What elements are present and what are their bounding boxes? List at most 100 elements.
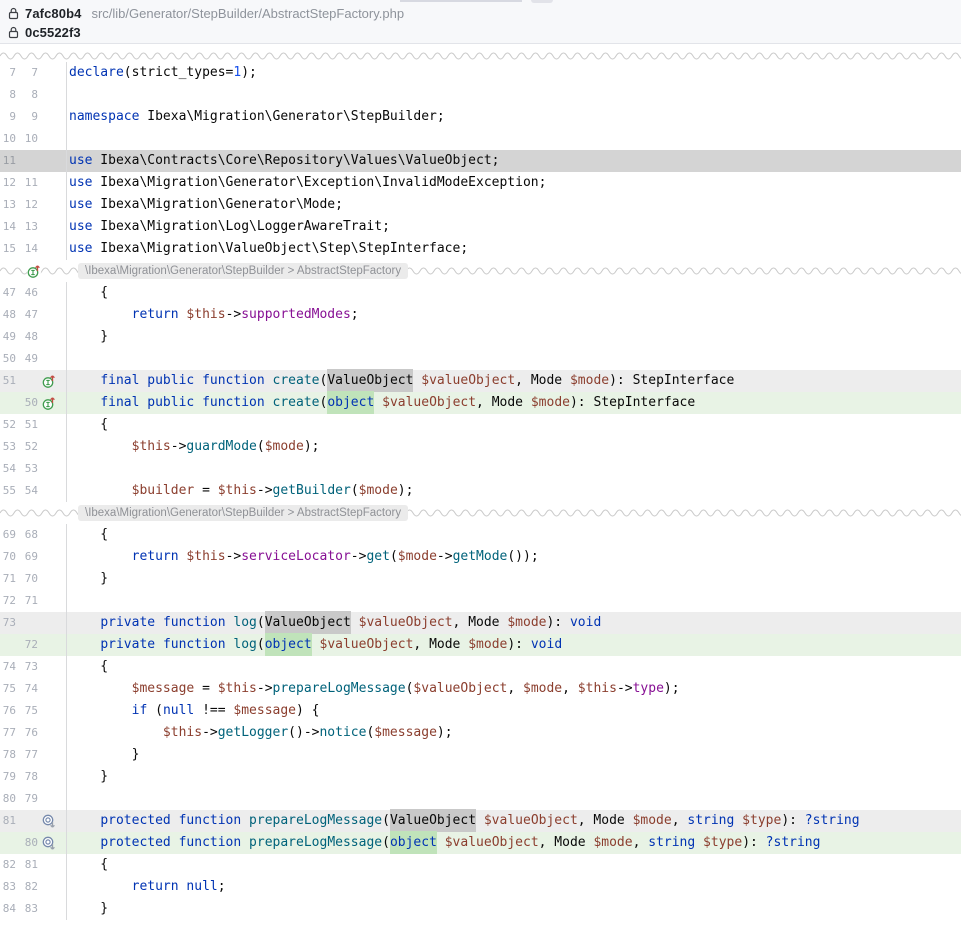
diff-context-line: 8382 return null; — [0, 876, 961, 898]
code-line-content[interactable]: use Ibexa\Contracts\Core\Repository\Valu… — [67, 150, 499, 172]
code-line-content[interactable]: } — [67, 326, 108, 348]
code-line-content[interactable]: } — [67, 898, 108, 920]
code-line-content[interactable]: if (null !== $message) { — [67, 700, 320, 722]
diff-context-line: 5554 $builder = $this->getBuilder($mode)… — [0, 480, 961, 502]
old-line-number: 9 — [0, 106, 16, 128]
new-line-number: 46 — [16, 282, 38, 304]
collapsed-region-separator[interactable]: \Ibexa\Migration\Generator\StepBuilder >… — [0, 260, 961, 282]
old-line-number: 70 — [0, 546, 16, 568]
diff-context-line: 7271 — [0, 590, 961, 612]
gutter: 80 — [0, 832, 67, 854]
old-line-number: 51 — [0, 370, 16, 392]
old-line-number: 78 — [0, 744, 16, 766]
diff-context-line: 5352 $this->guardMode($mode); — [0, 436, 961, 458]
new-line-number: 8 — [16, 84, 38, 106]
gutter: 11 — [0, 150, 67, 172]
old-line-number: 82 — [0, 854, 16, 876]
diff-context-line: 7978 } — [0, 766, 961, 788]
old-line-number: 53 — [0, 436, 16, 458]
gutter: 8483 — [0, 898, 67, 920]
code-line-content[interactable]: protected function prepareLogMessage(obj… — [67, 832, 820, 854]
code-line-content[interactable]: { — [67, 854, 108, 876]
new-line-number: 51 — [16, 414, 38, 436]
new-line-number: 77 — [16, 744, 38, 766]
code-line-content[interactable]: } — [67, 744, 139, 766]
old-line-number: 12 — [0, 172, 16, 194]
old-line-number: 54 — [0, 458, 16, 480]
collapsed-region-separator[interactable]: \Ibexa\Migration\Generator\StepBuilder >… — [0, 502, 961, 524]
diff-context-line: 1312use Ibexa\Migration\Generator\Mode; — [0, 194, 961, 216]
code-line-content[interactable]: final public function create(ValueObject… — [67, 370, 734, 392]
new-line-number: 73 — [16, 656, 38, 678]
code-line-content[interactable]: final public function create(object $val… — [67, 392, 695, 414]
code-line-content[interactable]: return $this->serviceLocator->get($mode-… — [67, 546, 539, 568]
diff-code-viewer: 77declare(strict_types=1);8899namespace … — [0, 44, 961, 920]
code-line-content[interactable] — [67, 788, 69, 810]
diff-header: 7afc80b4 src/lib/Generator/StepBuilder/A… — [0, 0, 961, 44]
collapsed-region-wave[interactable] — [0, 44, 961, 62]
code-line-content[interactable]: declare(strict_types=1); — [67, 62, 257, 84]
code-line-content[interactable]: return null; — [67, 876, 226, 898]
code-line-content[interactable]: private function log(ValueObject $valueO… — [67, 612, 601, 634]
new-line-number: 9 — [16, 106, 38, 128]
gutter: 7776 — [0, 722, 67, 744]
code-line-content[interactable]: return $this->supportedModes; — [67, 304, 359, 326]
old-commit-hash: 7afc80b4 — [25, 6, 81, 21]
gutter: 7978 — [0, 766, 67, 788]
implements-icon[interactable] — [42, 396, 56, 411]
code-line-content[interactable]: use Ibexa\Migration\Generator\Exception\… — [67, 172, 546, 194]
overridden-icon[interactable] — [42, 836, 56, 851]
gutter: 77 — [0, 62, 67, 84]
code-line-content[interactable] — [67, 590, 69, 612]
old-line-number: 7 — [0, 62, 16, 84]
code-line-content[interactable] — [67, 84, 69, 106]
code-line-content[interactable]: $this->guardMode($mode); — [67, 436, 320, 458]
code-line-content[interactable]: { — [67, 282, 108, 304]
diff-added-line: 72 private function log(object $valueObj… — [0, 634, 961, 656]
diff-deleted-line: 81 protected function prepareLogMessage(… — [0, 810, 961, 832]
old-line-number: 72 — [0, 590, 16, 612]
code-line-content[interactable]: use Ibexa\Migration\Generator\Mode; — [67, 194, 343, 216]
code-line-content[interactable]: { — [67, 524, 108, 546]
code-line-content[interactable]: { — [67, 414, 108, 436]
new-line-number: 81 — [16, 854, 38, 876]
code-line-content[interactable]: namespace Ibexa\Migration\Generator\Step… — [67, 106, 445, 128]
new-line-number: 70 — [16, 568, 38, 590]
diff-added-line: 50 final public function create(object $… — [0, 392, 961, 414]
code-line-content[interactable]: use Ibexa\Migration\ValueObject\Step\Ste… — [67, 238, 468, 260]
code-line-content[interactable]: $this->getLogger()->notice($message); — [67, 722, 453, 744]
gutter: 4948 — [0, 326, 67, 348]
code-line-content[interactable]: $message = $this->prepareLogMessage($val… — [67, 678, 680, 700]
code-line-content[interactable]: protected function prepareLogMessage(Val… — [67, 810, 860, 832]
code-line-content[interactable]: } — [67, 766, 108, 788]
old-line-number: 48 — [0, 304, 16, 326]
diff-context-line: 4948 } — [0, 326, 961, 348]
gutter: 72 — [0, 634, 67, 656]
new-line-number: 82 — [16, 876, 38, 898]
diff-context-line: 8483 } — [0, 898, 961, 920]
code-line-content[interactable]: { — [67, 656, 108, 678]
new-line-number: 7 — [16, 62, 38, 84]
code-line-content[interactable] — [67, 128, 69, 150]
code-line-content[interactable]: private function log(object $valueObject… — [67, 634, 562, 656]
code-line-content[interactable]: } — [67, 568, 108, 590]
diff-context-line: 7776 $this->getLogger()->notice($message… — [0, 722, 961, 744]
new-line-number: 48 — [16, 326, 38, 348]
code-line-content[interactable] — [67, 348, 69, 370]
new-line-number: 83 — [16, 898, 38, 920]
gutter: 7877 — [0, 744, 67, 766]
implements-icon[interactable] — [42, 374, 56, 389]
gutter: 8382 — [0, 876, 67, 898]
code-line-content[interactable]: $builder = $this->getBuilder($mode); — [67, 480, 413, 502]
code-line-content[interactable] — [67, 458, 69, 480]
new-commit-row: 0c5522f3 — [8, 23, 961, 42]
old-line-number: 71 — [0, 568, 16, 590]
diff-context-line: 5251 { — [0, 414, 961, 436]
new-line-number: 13 — [16, 216, 38, 238]
old-line-number: 73 — [0, 612, 16, 634]
gutter: 5251 — [0, 414, 67, 436]
implements-icon[interactable] — [27, 264, 41, 279]
new-line-number: 76 — [16, 722, 38, 744]
code-line-content[interactable]: use Ibexa\Migration\Log\LoggerAwareTrait… — [67, 216, 390, 238]
overridden-icon[interactable] — [42, 814, 56, 829]
